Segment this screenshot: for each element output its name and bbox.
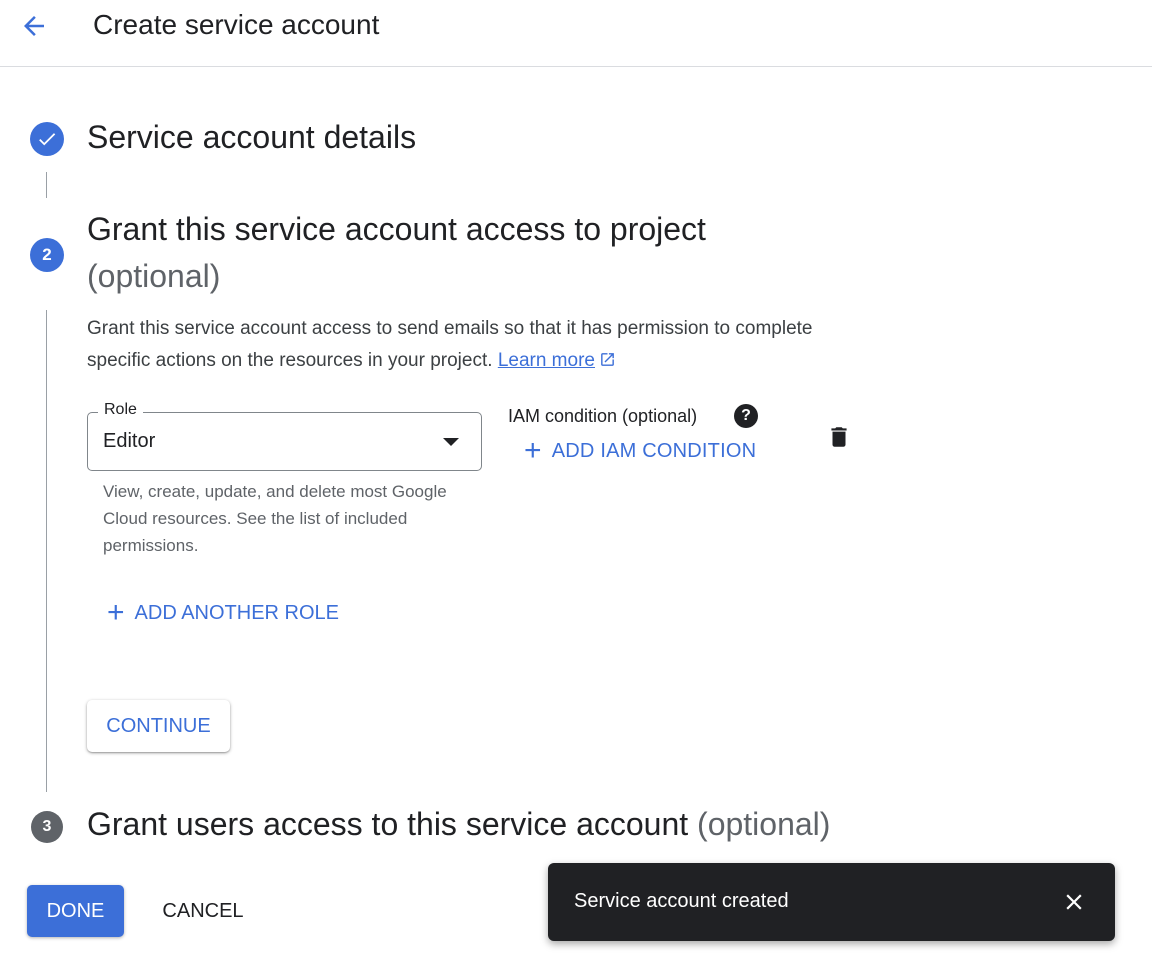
- role-help-text: View, create, update, and delete most Go…: [103, 482, 447, 555]
- add-another-role-button[interactable]: + ADD ANOTHER ROLE: [107, 596, 340, 629]
- arrow-left-icon: [24, 16, 44, 36]
- plus-icon: +: [524, 434, 542, 467]
- back-button[interactable]: [16, 8, 52, 44]
- add-iam-condition-button[interactable]: + ADD IAM CONDITION: [524, 434, 757, 467]
- step1-title[interactable]: Service account details: [87, 119, 416, 156]
- step1-complete-indicator: [30, 122, 64, 156]
- snackbar-close-button[interactable]: [1061, 889, 1087, 915]
- help-icon[interactable]: ?: [734, 404, 758, 428]
- page-header: Create service account: [0, 0, 1152, 67]
- role-select[interactable]: Role Editor: [87, 401, 482, 471]
- external-link-icon: [601, 353, 614, 366]
- check-icon: [39, 133, 56, 146]
- learn-more-link[interactable]: Learn more: [498, 350, 616, 371]
- delete-role-button[interactable]: [826, 424, 852, 450]
- trash-icon: [831, 427, 847, 447]
- step3-title[interactable]: Grant users access to this service accou…: [87, 806, 830, 843]
- step2-optional-label: (optional): [87, 258, 221, 294]
- done-button[interactable]: DONE: [27, 885, 124, 937]
- step-connector: [46, 310, 47, 792]
- step2-title: Grant this service account access to pro…: [87, 211, 706, 247]
- cancel-button[interactable]: CANCEL: [148, 885, 258, 937]
- page-title: Create service account: [93, 9, 380, 40]
- snackbar-message: Service account created: [574, 890, 789, 912]
- dropdown-arrow-icon: [443, 438, 459, 446]
- learn-more-label: Learn more: [497, 350, 595, 371]
- step3-title-text: Grant users access to this service accou…: [87, 806, 689, 842]
- add-another-role-label: ADD ANOTHER ROLE: [134, 601, 340, 624]
- close-icon: [1066, 894, 1082, 910]
- step2-number: 2: [30, 238, 64, 272]
- step3-number: 3: [31, 811, 63, 843]
- plus-icon: +: [107, 596, 125, 629]
- step3-optional-label: (optional): [697, 806, 831, 842]
- role-label: Role: [98, 401, 143, 419]
- step2-description: Grant this service account access to sen…: [87, 313, 867, 377]
- role-value: Editor: [103, 430, 156, 452]
- snackbar: Service account created: [548, 863, 1115, 941]
- step-connector: [46, 172, 47, 198]
- continue-button[interactable]: CONTINUE: [87, 700, 230, 752]
- add-iam-condition-label: ADD IAM CONDITION: [551, 439, 757, 462]
- step2-description-text: Grant this service account access to sen…: [87, 318, 813, 371]
- iam-condition-label: IAM condition (optional): [508, 406, 698, 426]
